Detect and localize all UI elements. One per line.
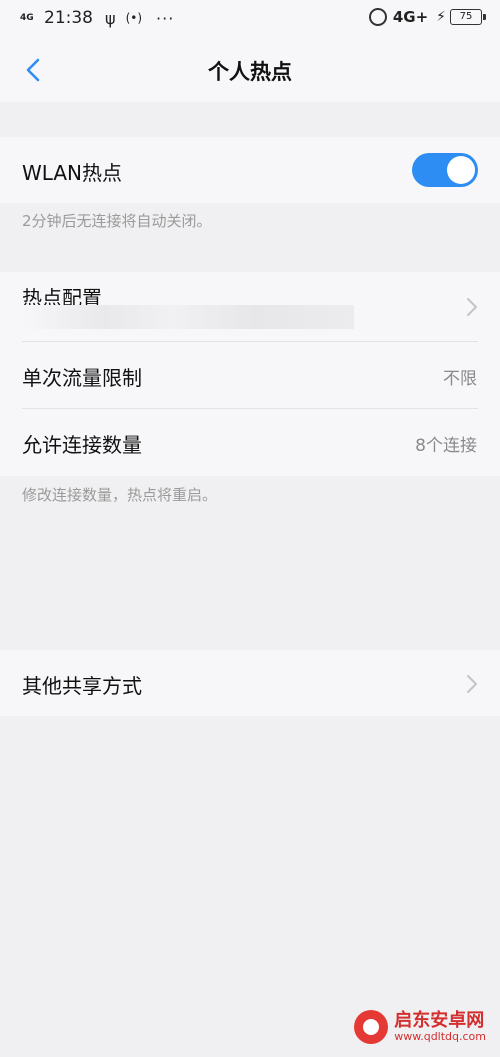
- other-sharing-row[interactable]: 其他共享方式: [0, 650, 500, 716]
- app-header: 个人热点: [0, 38, 500, 102]
- data-limit-value: 不限: [443, 369, 477, 389]
- restart-note: 修改连接数量，热点将重启。: [22, 486, 218, 504]
- clock: 21:38: [44, 8, 93, 28]
- alarm-icon: [368, 8, 387, 26]
- signal-icon: 4G: [20, 12, 34, 23]
- chevron-right-icon: [467, 675, 477, 693]
- usb-icon: ψ: [105, 8, 116, 28]
- more-notifications-icon: ···: [156, 8, 175, 28]
- status-bar: 4G 21:38 ψ (•) ··· 4G+ ⚡ 75: [0, 0, 500, 38]
- page-title: 个人热点: [208, 60, 292, 84]
- toggle-knob: [447, 156, 475, 184]
- hotspot-settings-card: 热点配置 单次流量限制 不限 允许连接数量 8个连接: [0, 272, 500, 476]
- auto-close-note: 2分钟后无连接将自动关闭。: [22, 212, 212, 230]
- wlan-hotspot-label: WLAN热点: [22, 161, 123, 185]
- charging-icon: ⚡: [436, 9, 446, 25]
- wlan-hotspot-card: WLAN热点: [0, 137, 500, 203]
- max-connections-label: 允许连接数量: [22, 433, 142, 457]
- network-type: 4G+: [392, 8, 429, 26]
- max-connections-row[interactable]: 允许连接数量 8个连接: [0, 409, 500, 476]
- watermark-logo-icon: [354, 1010, 389, 1044]
- hotspot-signal-icon: (•): [125, 11, 143, 25]
- max-connections-value: 8个连接: [415, 436, 477, 456]
- other-sharing-label: 其他共享方式: [22, 674, 142, 698]
- redacted-hotspot-name: [22, 305, 354, 329]
- data-limit-label: 单次流量限制: [22, 366, 142, 390]
- watermark-name: 启东安卓网: [394, 1010, 485, 1031]
- watermark-url: www.qdltdq.com: [394, 1030, 486, 1043]
- other-sharing-card: 其他共享方式: [0, 650, 500, 716]
- chevron-right-icon: [467, 298, 477, 316]
- watermark: 启东安卓网 www.qdltdq.com: [354, 1010, 486, 1044]
- wlan-hotspot-toggle[interactable]: [412, 153, 478, 187]
- battery-icon: 75: [450, 9, 486, 25]
- wlan-hotspot-row[interactable]: WLAN热点: [0, 137, 500, 203]
- data-limit-row[interactable]: 单次流量限制 不限: [0, 342, 500, 409]
